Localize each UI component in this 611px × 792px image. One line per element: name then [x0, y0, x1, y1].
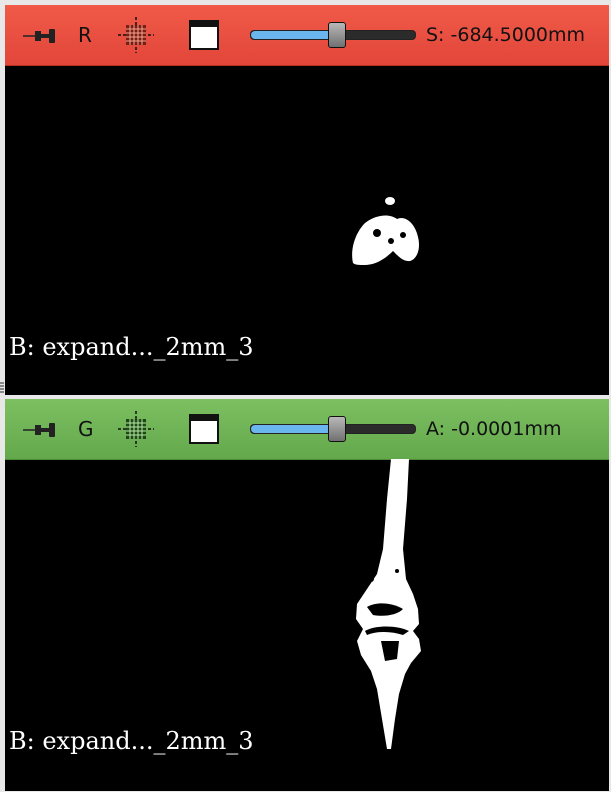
view-name: R: [78, 23, 92, 47]
green-slice-controller-bar: G A: -0.0001mm: [5, 399, 609, 460]
background-volume-label: B: expand..._2mm_3: [9, 727, 254, 755]
pin-icon[interactable]: [23, 25, 59, 45]
slice-offset-readout: S: -684.5000mm: [426, 24, 586, 46]
view-splitter-handle[interactable]: [0, 382, 4, 394]
red-slice-controller-bar: R S: -684.5000mm: [5, 5, 609, 66]
labelmap-grid-icon[interactable]: [118, 411, 154, 447]
pin-icon[interactable]: [23, 419, 59, 439]
slider-handle[interactable]: [328, 416, 346, 442]
window-layout-icon[interactable]: [189, 414, 219, 444]
background-volume-label: B: expand..._2mm_3: [9, 333, 254, 361]
slice-offset-slider[interactable]: [250, 416, 416, 442]
red-slice-view[interactable]: R S: -684.5000mm B: expand..._2mm_3: [5, 5, 609, 395]
green-slice-view[interactable]: G A: -0.0001mm B: expand..._2mm_3: [5, 399, 609, 791]
labelmap-grid-icon[interactable]: [118, 17, 154, 53]
slider-handle[interactable]: [328, 22, 346, 48]
view-name: G: [78, 417, 94, 441]
slice-offset-slider[interactable]: [250, 22, 416, 48]
window-layout-icon[interactable]: [189, 20, 219, 50]
slice-offset-readout: A: -0.0001mm: [426, 418, 562, 440]
